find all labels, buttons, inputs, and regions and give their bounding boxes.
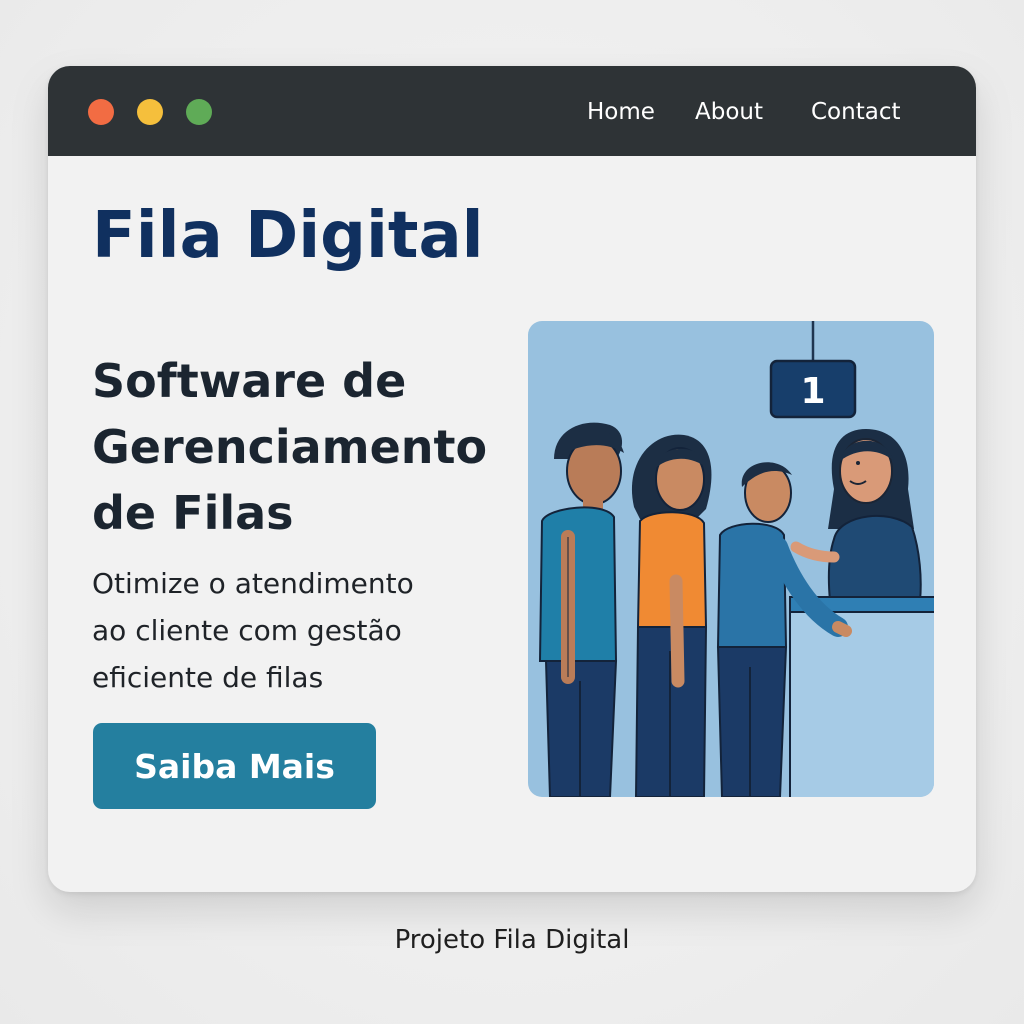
queue-illustration: 1 [528, 321, 934, 797]
service-counter-front [789, 611, 934, 797]
maximize-window-button[interactable] [186, 99, 212, 125]
brand-title: Fila Digital [92, 199, 484, 273]
nav-about-link[interactable]: About [695, 96, 763, 128]
minimize-window-button[interactable] [137, 99, 163, 125]
hero-subtitle-line: ao cliente com gestão [92, 614, 402, 647]
saiba-mais-button[interactable]: Saiba Mais [93, 723, 376, 809]
nav-contact-link[interactable]: Contact [811, 96, 900, 128]
hero-subtitle: Otimize o atendimento ao cliente com ges… [92, 560, 492, 701]
hero-headline-line: Software de [92, 354, 407, 408]
browser-window: Home About Contact Fila Digital Software… [48, 66, 976, 892]
window-titlebar: Home About Contact [48, 66, 976, 156]
page-background: Home About Contact Fila Digital Software… [0, 0, 1024, 1024]
hero-subtitle-line: eficiente de filas [92, 661, 324, 694]
customer-man-figure [538, 422, 624, 797]
nav-home-link[interactable]: Home [587, 96, 655, 128]
page-caption: Projeto Fila Digital [394, 925, 630, 955]
hero-headline-line: Gerenciamento [92, 420, 488, 474]
close-window-button[interactable] [88, 99, 114, 125]
attendant-figure [790, 429, 922, 602]
queue-scene-svg: 1 [538, 321, 934, 797]
customer-woman-figure [631, 434, 712, 797]
hero-headline-line: de Filas [92, 486, 294, 540]
hero-subtitle-line: Otimize o atendimento [92, 567, 414, 600]
hero-headline: Software de Gerenciamento de Filas [92, 348, 512, 546]
counter-number: 1 [800, 371, 825, 412]
